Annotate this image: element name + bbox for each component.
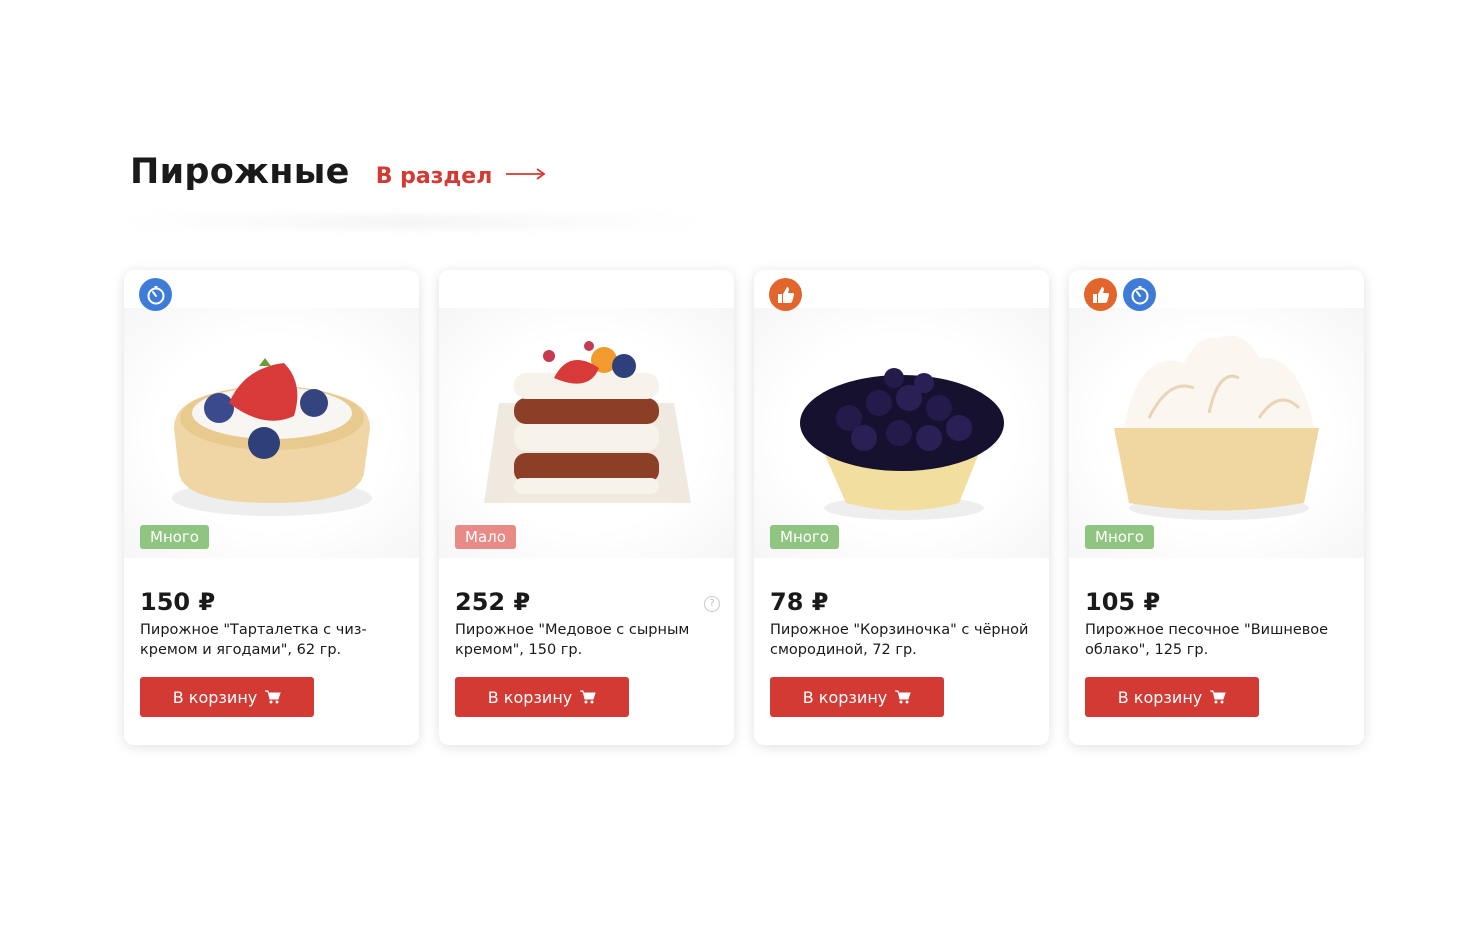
stopwatch-icon (1123, 278, 1156, 311)
product-badges (769, 278, 802, 311)
product-name[interactable]: Пирожное "Медовое с сырным кремом", 150 … (455, 620, 723, 660)
add-to-cart-label: В корзину (487, 687, 573, 707)
product-card[interactable]: Много 150 ₽ Пирожное "Тарталетка с чиз-к… (124, 270, 419, 745)
section-title: Пирожные (130, 152, 350, 192)
add-to-cart-button[interactable]: В корзину (770, 677, 944, 717)
cart-icon (580, 690, 596, 704)
arrow-right-icon (506, 167, 546, 180)
product-card[interactable]: Мало 252 ₽ ? Пирожное "Медовое с сырным … (439, 270, 734, 745)
add-to-cart-button[interactable]: В корзину (140, 677, 314, 717)
product-image[interactable] (1069, 308, 1364, 558)
product-name[interactable]: Пирожное песочное "Вишневое облако", 125… (1085, 620, 1353, 660)
product-badges (139, 278, 172, 311)
thumbs-up-icon (769, 278, 802, 311)
stock-badge: Много (770, 525, 839, 549)
add-to-cart-label: В корзину (802, 687, 888, 707)
cart-icon (895, 690, 911, 704)
divider (120, 214, 700, 230)
product-image[interactable] (439, 308, 734, 558)
product-name[interactable]: Пирожное "Тарталетка с чиз-кремом и ягод… (140, 620, 408, 660)
add-to-cart-button[interactable]: В корзину (455, 677, 629, 717)
stock-badge: Много (1085, 525, 1154, 549)
cart-icon (1210, 690, 1226, 704)
thumbs-up-icon (1084, 278, 1117, 311)
product-image[interactable] (124, 308, 419, 558)
section-link-label: В раздел (375, 164, 493, 189)
section-link[interactable]: В раздел (376, 164, 547, 189)
product-price: 252 ₽ (455, 588, 531, 616)
add-to-cart-label: В корзину (1117, 687, 1203, 707)
product-image[interactable] (754, 308, 1049, 558)
add-to-cart-button[interactable]: В корзину (1085, 677, 1259, 717)
add-to-cart-label: В корзину (172, 687, 258, 707)
stock-badge: Мало (455, 525, 516, 549)
product-badges (1084, 278, 1156, 311)
product-card[interactable]: Много 78 ₽ Пирожное "Корзиночка" с чёрно… (754, 270, 1049, 745)
product-card[interactable]: Много 105 ₽ Пирожное песочное "Вишневое … (1069, 270, 1364, 745)
stopwatch-icon (139, 278, 172, 311)
product-list: Много 150 ₽ Пирожное "Тарталетка с чиз-к… (124, 270, 1364, 745)
stock-badge: Много (140, 525, 209, 549)
product-price: 150 ₽ (140, 588, 216, 616)
product-price: 105 ₽ (1085, 588, 1161, 616)
help-icon[interactable]: ? (704, 596, 720, 612)
cart-icon (265, 690, 281, 704)
product-name[interactable]: Пирожное "Корзиночка" с чёрной смородино… (770, 620, 1038, 660)
section-header: Пирожные В раздел (130, 152, 546, 192)
product-price: 78 ₽ (770, 588, 829, 616)
